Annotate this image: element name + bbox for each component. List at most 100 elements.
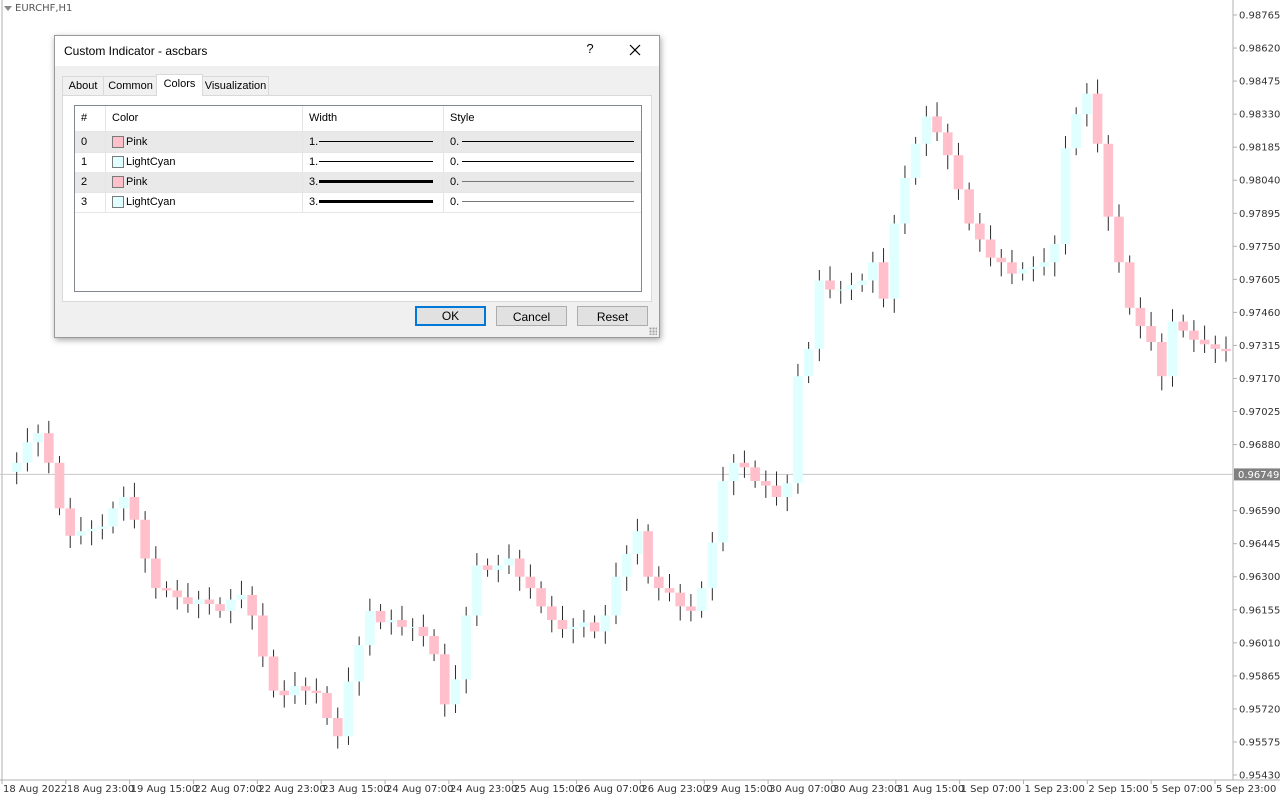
width-cell[interactable]: 3.	[303, 172, 444, 192]
candle-body	[311, 690, 322, 693]
time-label: 26 Aug 07:00	[578, 784, 645, 795]
width-line-sample	[319, 180, 433, 183]
candle-body	[161, 588, 172, 591]
candle-body	[279, 690, 290, 696]
table-row[interactable]: 3 LightCyan 3. 0.	[75, 192, 641, 213]
symbol-text: EURCHF,H1	[15, 3, 73, 14]
candle-body	[22, 442, 33, 463]
candle-body	[300, 686, 311, 691]
candle-body	[621, 553, 632, 577]
symbol-label[interactable]: EURCHF,H1	[4, 3, 72, 14]
resize-grip-icon[interactable]	[649, 327, 657, 335]
color-cell[interactable]: Pink	[106, 172, 303, 192]
close-icon[interactable]	[625, 40, 645, 60]
candle-body	[258, 615, 268, 657]
time-label: 24 Aug 07:00	[386, 784, 453, 795]
candle-body	[696, 588, 707, 611]
candle-body	[1167, 321, 1178, 377]
candle-body	[1028, 266, 1039, 270]
style-cell[interactable]: 0.	[444, 132, 641, 152]
style-value: 0.	[450, 156, 460, 168]
color-swatch	[112, 196, 124, 208]
dropdown-triangle-icon[interactable]	[4, 5, 12, 11]
color-cell[interactable]: LightCyan	[106, 192, 303, 212]
candle-body	[439, 654, 450, 705]
style-line-sample	[462, 161, 634, 162]
candle-body	[942, 132, 953, 156]
width-line-sample	[319, 161, 433, 162]
candle-body	[1124, 262, 1135, 308]
tab-visualization[interactable]: Visualization	[202, 76, 269, 95]
help-button[interactable]: ?	[583, 41, 597, 61]
candle-body	[129, 496, 140, 520]
time-label: 22 Aug 23:00	[258, 784, 325, 795]
reset-button[interactable]: Reset	[577, 306, 648, 326]
candle-body	[1007, 262, 1017, 274]
candle-body	[589, 622, 600, 632]
price-label: 0.98185	[1239, 143, 1280, 154]
candle-body	[332, 718, 343, 737]
candle-body	[536, 588, 546, 607]
current-price-label: 0.96749	[1238, 470, 1279, 481]
col-index-header[interactable]: #	[75, 106, 106, 131]
tab-common[interactable]: Common	[103, 76, 158, 95]
color-name: Pink	[126, 176, 148, 188]
candle-body	[835, 289, 846, 291]
candle-body	[140, 519, 150, 559]
width-cell[interactable]: 1.	[303, 132, 444, 152]
candle-body	[1114, 216, 1124, 263]
candle-body	[1146, 326, 1156, 343]
time-label: 30 Aug 07:00	[769, 784, 836, 795]
candle-body	[771, 485, 782, 497]
candle-body	[579, 622, 589, 627]
colors-grid: # Color Width Style 0 Pink 1. 0. 1 Light…	[74, 105, 642, 292]
price-label: 0.97025	[1239, 407, 1280, 418]
cancel-button[interactable]: Cancel	[496, 306, 567, 326]
width-cell[interactable]: 3.	[303, 192, 444, 212]
time-label: 26 Aug 23:00	[641, 784, 708, 795]
table-row[interactable]: 1 LightCyan 1. 0.	[75, 152, 641, 173]
style-cell[interactable]: 0.	[444, 192, 641, 212]
time-label: 25 Aug 15:00	[514, 784, 581, 795]
width-line-sample	[319, 141, 433, 142]
width-cell[interactable]: 1.	[303, 152, 444, 172]
candle-body	[407, 626, 418, 628]
candle-body	[290, 686, 300, 696]
custom-indicator-dialog: Custom Indicator - ascbars ? About Commo…	[54, 35, 660, 338]
price-label: 0.97605	[1239, 275, 1280, 286]
time-label: 24 Aug 23:00	[450, 784, 517, 795]
col-color-header[interactable]: Color	[106, 106, 303, 131]
candle-body	[750, 467, 760, 482]
color-cell[interactable]: Pink	[106, 132, 303, 152]
ok-button[interactable]: OK	[415, 306, 486, 326]
candle-body	[365, 610, 375, 646]
candle-body	[761, 481, 771, 486]
candle-body	[1103, 143, 1114, 217]
table-row[interactable]: 0 Pink 1. 0.	[75, 132, 641, 153]
color-cell[interactable]: LightCyan	[106, 152, 303, 172]
grid-header: # Color Width Style	[75, 106, 641, 132]
time-label: 18 Aug 23:00	[67, 784, 134, 795]
color-name: LightCyan	[126, 156, 176, 168]
tab-about[interactable]: About	[62, 76, 104, 95]
candle-body	[43, 433, 54, 463]
price-label: 0.95720	[1239, 704, 1280, 715]
candle-body	[151, 558, 161, 589]
candle-body	[1017, 269, 1028, 274]
tab-colors[interactable]: Colors	[156, 74, 203, 96]
dialog-titlebar[interactable]: Custom Indicator - ascbars ?	[55, 36, 659, 66]
candle-body	[1049, 244, 1060, 263]
col-style-header[interactable]: Style	[444, 106, 641, 131]
price-label: 0.97460	[1239, 308, 1280, 319]
col-width-header[interactable]: Width	[303, 106, 444, 131]
style-cell[interactable]: 0.	[444, 152, 641, 172]
candle-body	[54, 462, 65, 509]
candle-body	[964, 189, 974, 224]
table-row[interactable]: 2 Pink 3. 0.	[75, 172, 641, 193]
price-label: 0.98765	[1239, 11, 1280, 22]
candle-body	[910, 143, 921, 178]
style-cell[interactable]: 0.	[444, 172, 641, 192]
time-label: 5 Sep 07:00	[1152, 784, 1212, 795]
candle-body	[450, 679, 461, 705]
candle-body	[653, 576, 664, 589]
